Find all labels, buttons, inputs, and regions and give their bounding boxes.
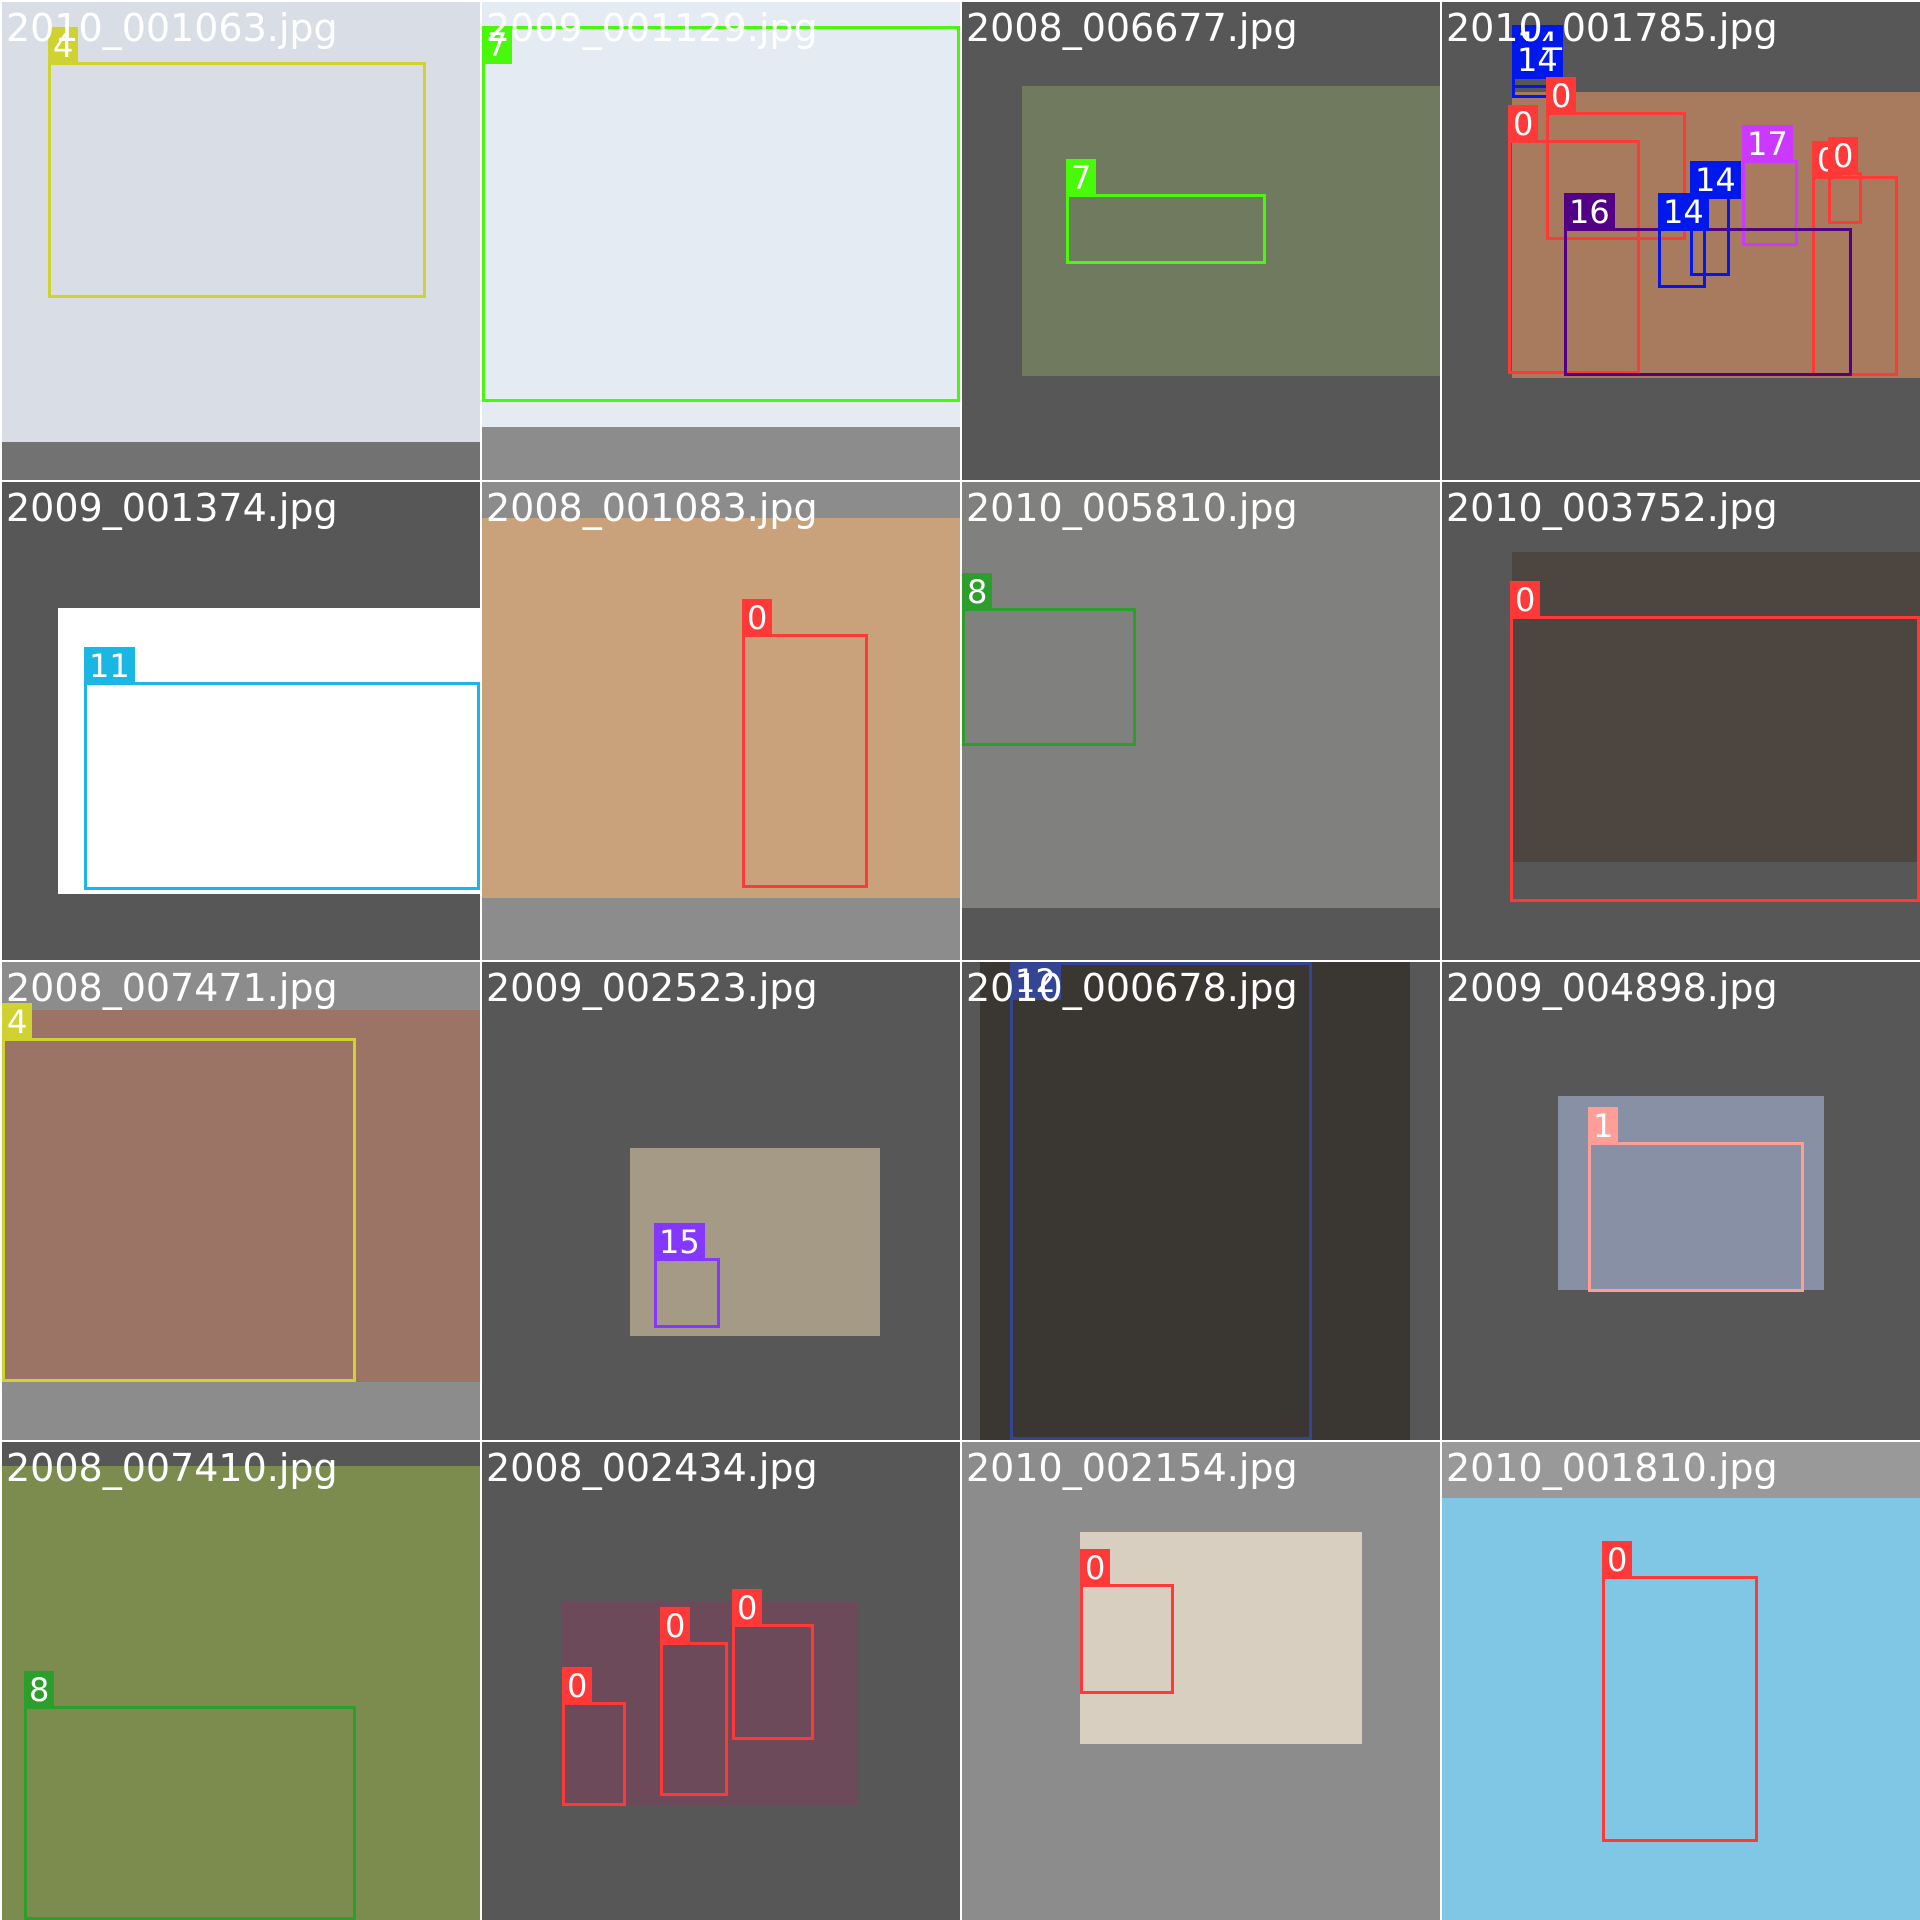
class-label: 17 (1742, 125, 1793, 163)
mosaic-tile: 2010_005810.jpg 8 (962, 482, 1440, 960)
class-label: 0 (1508, 105, 1539, 143)
class-label: 0 (1080, 1549, 1111, 1587)
image-filename: 2010_001063.jpg (6, 6, 338, 50)
image-filename: 2009_001374.jpg (6, 486, 338, 530)
mosaic-tile: 2008_002434.jpg 0 0 0 (482, 1442, 960, 1920)
bounding-box: 0 (742, 599, 868, 888)
bounding-box: 0 (1510, 581, 1920, 902)
class-label: 0 (1828, 137, 1859, 175)
image-filename: 2008_006677.jpg (966, 6, 1298, 50)
mosaic-tile: 2009_002523.jpg 15 (482, 962, 960, 1440)
class-label: 11 (84, 647, 135, 685)
class-label: 0 (1602, 1541, 1633, 1579)
mosaic-tile: 2008_001083.jpg 0 (482, 482, 960, 960)
class-label: 16 (1564, 193, 1615, 231)
mosaic-tile: 2010_001785.jpg 14 14 0 0 0 17 16 14 14 … (1442, 2, 1920, 480)
mosaic-tile: 2009_001129.jpg 7 (482, 2, 960, 480)
class-label: 8 (24, 1671, 55, 1709)
bounding-box: 4 (48, 27, 426, 298)
bounding-box: 1 (1588, 1107, 1804, 1292)
bounding-box: 15 (654, 1223, 720, 1328)
mosaic-tile: 2009_001374.jpg 11 (2, 482, 480, 960)
bounding-box: 14 (1658, 193, 1709, 288)
mosaic-tile: 2010_002154.jpg 0 (962, 1442, 1440, 1920)
bounding-box: 0 (1080, 1549, 1174, 1694)
bounding-box: 0 (1602, 1541, 1758, 1842)
image-filename: 2010_001785.jpg (1446, 6, 1778, 50)
class-label: 1 (1588, 1107, 1619, 1145)
mosaic-tile: 2009_004898.jpg 1 (1442, 962, 1920, 1440)
image-filename: 2010_001810.jpg (1446, 1446, 1778, 1490)
image-filename: 2010_000678.jpg (966, 966, 1298, 1010)
mosaic-tile: 2010_000678.jpg 12 (962, 962, 1440, 1440)
mosaic-tile: 2010_001810.jpg 0 (1442, 1442, 1920, 1920)
bounding-box: 8 (962, 573, 1136, 746)
bounding-box: 11 (84, 647, 480, 890)
bounding-box: 0 (732, 1589, 814, 1740)
class-label: 0 (1546, 77, 1577, 115)
image-filename: 2008_007410.jpg (6, 1446, 338, 1490)
bounding-box: 8 (24, 1671, 356, 1920)
photo (482, 518, 960, 898)
class-label: 8 (962, 573, 993, 611)
image-filename: 2008_007471.jpg (6, 966, 338, 1010)
class-label: 15 (654, 1223, 705, 1261)
bounding-box: 4 (2, 1003, 356, 1382)
bounding-box: 7 (482, 26, 960, 402)
image-filename: 2008_001083.jpg (486, 486, 818, 530)
class-label: 7 (1066, 159, 1097, 197)
class-label: 0 (1510, 581, 1541, 619)
image-filename: 2010_002154.jpg (966, 1446, 1298, 1490)
mosaic-tile: 2010_001063.jpg 4 (2, 2, 480, 480)
class-label: 0 (732, 1589, 763, 1627)
class-label: 0 (742, 599, 773, 637)
mosaic-tile: 2008_007471.jpg 4 (2, 962, 480, 1440)
class-label: 14 (1658, 193, 1709, 231)
bounding-box: 7 (1066, 159, 1266, 264)
mosaic-tile: 2008_006677.jpg 7 (962, 2, 1440, 480)
image-filename: 2009_002523.jpg (486, 966, 818, 1010)
class-label: 0 (660, 1607, 691, 1645)
mosaic-tile: 2010_003752.jpg 0 (1442, 482, 1920, 960)
class-label: 0 (562, 1667, 593, 1705)
image-filename: 2008_002434.jpg (486, 1446, 818, 1490)
bounding-box: 0 (562, 1667, 626, 1806)
image-filename: 2010_005810.jpg (966, 486, 1298, 530)
image-filename: 2009_004898.jpg (1446, 966, 1778, 1010)
bounding-box: 0 (1828, 137, 1862, 224)
image-filename: 2009_001129.jpg (486, 6, 818, 50)
detection-mosaic: 2010_001063.jpg 4 2009_001129.jpg 7 2008… (0, 0, 1920, 1920)
bounding-box: 12 (1010, 962, 1312, 1440)
image-filename: 2010_003752.jpg (1446, 486, 1778, 530)
mosaic-tile: 2008_007410.jpg 8 (2, 1442, 480, 1920)
bounding-box: 0 (660, 1607, 728, 1796)
